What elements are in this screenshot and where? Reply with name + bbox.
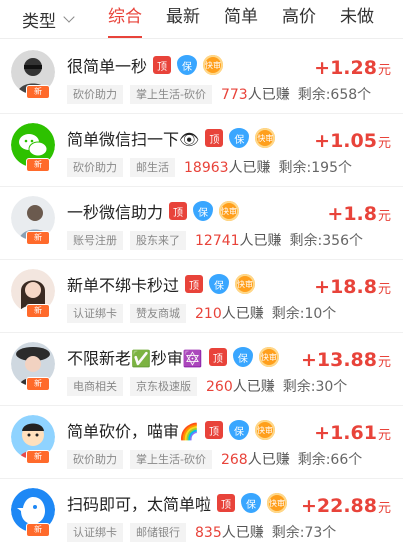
category-tag: 砍价助力 xyxy=(67,84,123,104)
task-price: +1.8元 xyxy=(327,203,391,225)
fast-review-badge: 快审 xyxy=(267,493,288,513)
category-tag: 砍价助力 xyxy=(67,449,123,469)
earned-count: 12741人已赚 xyxy=(195,233,282,249)
earned-count: 773人已赚 xyxy=(220,87,290,103)
type-filter-dropdown[interactable]: 类型 xyxy=(0,7,108,32)
tab-not-done[interactable]: 未做 xyxy=(340,0,374,38)
task-price: +22.88元 xyxy=(300,495,391,517)
top-badge: 顶 xyxy=(153,56,172,74)
earned-count: 260人已赚 xyxy=(206,379,275,395)
platform-tag: 掌上生活-砍价 xyxy=(130,449,212,469)
new-badge: 新 xyxy=(26,377,50,391)
task-title: 不限新老✅秒审🔯 xyxy=(67,349,203,368)
task-price: +1.28元 xyxy=(314,57,391,79)
platform-tag: 股东来了 xyxy=(130,230,186,250)
category-tag: 认证绑卡 xyxy=(67,522,123,542)
remaining-count: 剩余:66个 xyxy=(297,452,363,468)
category-tag: 电商相关 xyxy=(67,376,123,396)
tab-comprehensive[interactable]: 综合 xyxy=(108,0,142,38)
top-bar: 类型 综合 最新 简单 高价 未做 xyxy=(0,0,403,39)
task-title: 扫码即可，太简单啦 xyxy=(67,495,212,514)
task-row[interactable]: 新 简单微信扫一下👁 顶 保 快审 砍价助力 邮生活 18963人已赚 剩余:1… xyxy=(0,114,403,187)
guarantee-badge: 保 xyxy=(229,128,250,148)
earned-count: 18963人已赚 xyxy=(184,160,271,176)
new-badge: 新 xyxy=(26,85,50,99)
guarantee-badge: 保 xyxy=(177,55,198,75)
task-title: 新单不绑卡秒过 xyxy=(67,276,180,295)
task-title: 简单微信扫一下👁 xyxy=(67,130,200,149)
tab-simple[interactable]: 简单 xyxy=(224,0,258,38)
tab-high-price[interactable]: 高价 xyxy=(282,0,316,38)
task-row[interactable]: 新 新单不绑卡秒过 顶 保 快审 认证绑卡 赞友商城 210人已赚 剩余:10个… xyxy=(0,260,403,333)
platform-tag: 京东极速版 xyxy=(130,376,197,396)
earned-count: 210人已赚 xyxy=(195,306,264,322)
new-badge: 新 xyxy=(26,158,50,172)
top-badge: 顶 xyxy=(169,202,188,220)
remaining-count: 剩余:356个 xyxy=(289,233,363,249)
fast-review-badge: 快审 xyxy=(254,420,275,440)
type-filter-label: 类型 xyxy=(22,11,56,32)
fast-review-badge: 快审 xyxy=(219,201,240,221)
platform-tag: 赞友商城 xyxy=(130,303,186,323)
task-title: 简单砍价，喵审🌈 xyxy=(67,422,199,441)
guarantee-badge: 保 xyxy=(209,274,230,294)
guarantee-badge: 保 xyxy=(232,347,253,367)
platform-tag: 邮储银行 xyxy=(130,522,186,542)
category-tag: 认证绑卡 xyxy=(67,303,123,323)
top-badge: 顶 xyxy=(217,494,236,512)
platform-tag: 掌上生活-砍价 xyxy=(130,84,212,104)
task-title: 一秒微信助力 xyxy=(67,203,164,222)
task-price: +13.88元 xyxy=(300,349,391,371)
task-title: 很简单一秒 xyxy=(67,57,148,76)
task-row[interactable]: 新 一秒微信助力 顶 保 快审 账号注册 股东来了 12741人已赚 剩余:35… xyxy=(0,187,403,260)
earned-count: 268人已赚 xyxy=(220,452,290,468)
top-badge: 顶 xyxy=(205,129,224,147)
task-price: +1.05元 xyxy=(314,130,391,152)
remaining-count: 剩余:73个 xyxy=(271,525,337,541)
remaining-count: 剩余:658个 xyxy=(297,87,372,103)
remaining-count: 剩余:195个 xyxy=(278,160,352,176)
new-badge: 新 xyxy=(26,231,50,245)
sort-tabs: 综合 最新 简单 高价 未做 xyxy=(108,0,398,38)
new-badge: 新 xyxy=(26,450,50,464)
category-tag: 砍价助力 xyxy=(67,157,123,177)
task-row[interactable]: 新 扫码即可，太简单啦 顶 保 快审 认证绑卡 邮储银行 835人已赚 剩余:7… xyxy=(0,479,403,552)
new-badge: 新 xyxy=(26,523,50,537)
fast-review-badge: 快审 xyxy=(255,128,276,148)
task-row[interactable]: 新 简单砍价，喵审🌈 顶 保 快审 砍价助力 掌上生活-砍价 268人已赚 剩余… xyxy=(0,406,403,479)
top-badge: 顶 xyxy=(208,348,227,366)
top-badge: 顶 xyxy=(204,421,223,439)
tab-latest[interactable]: 最新 xyxy=(166,0,200,38)
task-price: +1.61元 xyxy=(314,422,391,444)
remaining-count: 剩余:30个 xyxy=(282,379,348,395)
remaining-count: 剩余:10个 xyxy=(271,306,337,322)
task-price: +18.8元 xyxy=(314,276,391,298)
category-tag: 账号注册 xyxy=(67,230,123,250)
fast-review-badge: 快审 xyxy=(235,274,256,294)
fast-review-badge: 快审 xyxy=(203,55,224,75)
fast-review-badge: 快审 xyxy=(258,347,279,367)
top-badge: 顶 xyxy=(185,275,204,293)
earned-count: 835人已赚 xyxy=(195,525,264,541)
platform-tag: 邮生活 xyxy=(130,157,175,177)
task-row[interactable]: 新 很简单一秒 顶 保 快审 砍价助力 掌上生活-砍价 773人已赚 剩余:65… xyxy=(0,41,403,114)
task-row[interactable]: 新 不限新老✅秒审🔯 顶 保 快审 电商相关 京东极速版 260人已赚 剩余:3… xyxy=(0,333,403,406)
guarantee-badge: 保 xyxy=(228,420,249,440)
guarantee-badge: 保 xyxy=(241,493,262,513)
chevron-down-icon xyxy=(63,11,75,23)
guarantee-badge: 保 xyxy=(193,201,214,221)
new-badge: 新 xyxy=(26,304,50,318)
